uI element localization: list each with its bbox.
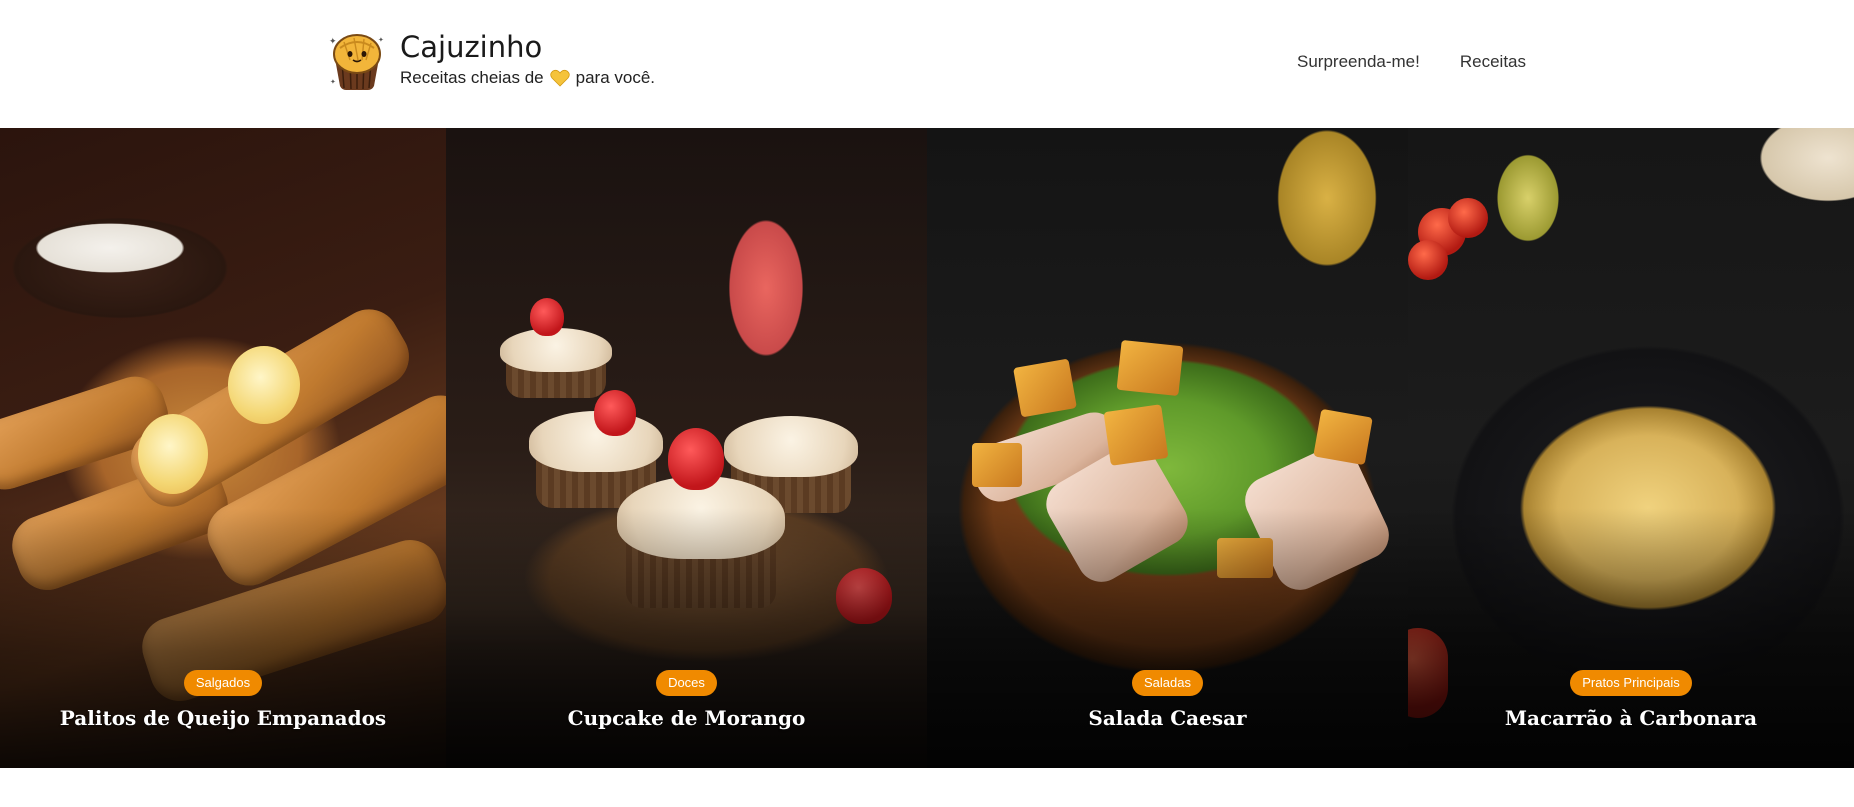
brand-tagline: Receitas cheias de para você. [400, 68, 655, 88]
tagline-text-before: Receitas cheias de [400, 68, 544, 87]
nav-link-receitas[interactable]: Receitas [1460, 52, 1526, 72]
recipe-card-cupcake-de-morango[interactable]: Doces Cupcake de Morango [446, 128, 927, 768]
recipe-meta: Pratos Principais Macarrão à Carbonara [1408, 670, 1854, 730]
brand[interactable]: ✦ ✦ ✦ Cajuzinho Receitas cheias de para … [328, 30, 655, 92]
recipe-card-macarrao-a-carbonara[interactable]: Pratos Principais Macarrão à Carbonara [1408, 128, 1854, 768]
svg-text:✦: ✦ [378, 36, 384, 44]
main-nav: Surpreenda-me! Receitas [1297, 52, 1526, 72]
recipe-meta: Salgados Palitos de Queijo Empanados [0, 670, 446, 730]
brand-name[interactable]: Cajuzinho [400, 30, 655, 64]
cajuzinho-mascot-icon: ✦ ✦ ✦ [328, 30, 386, 92]
recipe-meta: Doces Cupcake de Morango [446, 670, 927, 730]
featured-recipes: Salgados Palitos de Queijo Empanados Doc… [0, 128, 1854, 768]
recipe-title[interactable]: Macarrão à Carbonara [1505, 706, 1757, 730]
recipe-card-salada-caesar[interactable]: Saladas Salada Caesar [927, 128, 1408, 768]
recipe-title[interactable]: Salada Caesar [1088, 706, 1246, 730]
tagline-text-after: para você. [575, 68, 656, 87]
category-badge[interactable]: Pratos Principais [1570, 670, 1692, 696]
svg-text:✦: ✦ [329, 37, 337, 47]
recipe-title[interactable]: Cupcake de Morango [568, 706, 806, 730]
category-badge[interactable]: Saladas [1132, 670, 1203, 696]
svg-text:✦: ✦ [330, 78, 336, 86]
recipe-card-palitos-de-queijo[interactable]: Salgados Palitos de Queijo Empanados [0, 128, 446, 768]
category-badge[interactable]: Salgados [183, 670, 263, 696]
recipe-meta: Saladas Salada Caesar [927, 670, 1408, 730]
yellow-heart-icon [549, 69, 570, 87]
site-header: ✦ ✦ ✦ Cajuzinho Receitas cheias de para … [0, 0, 1854, 128]
brand-text: Cajuzinho Receitas cheias de para você. [400, 30, 655, 88]
category-badge[interactable]: Doces [656, 670, 717, 696]
recipe-title[interactable]: Palitos de Queijo Empanados [60, 706, 386, 730]
nav-link-surpreenda-me[interactable]: Surpreenda-me! [1297, 52, 1420, 72]
